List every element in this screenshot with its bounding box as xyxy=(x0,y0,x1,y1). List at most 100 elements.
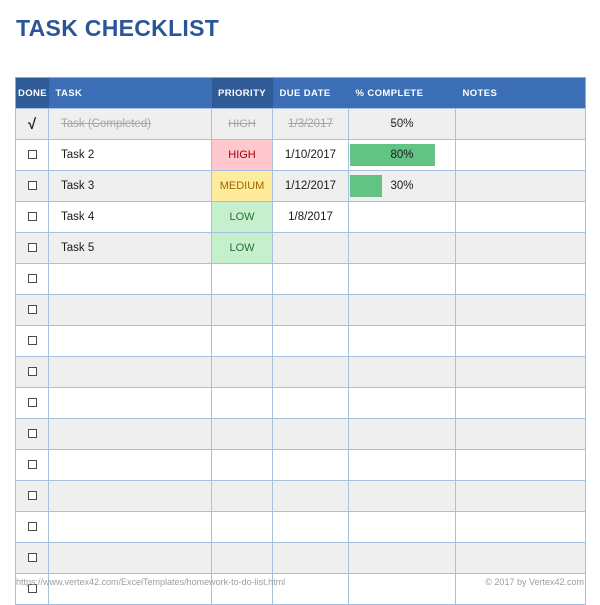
cell-priority[interactable] xyxy=(211,418,273,450)
checkbox-icon[interactable] xyxy=(27,212,37,222)
cell-due-date[interactable]: 1/10/2017 xyxy=(272,139,349,171)
cell-percent-complete[interactable] xyxy=(348,542,456,574)
cell-percent-complete[interactable] xyxy=(348,232,456,264)
cell-done-checkbox[interactable] xyxy=(15,480,49,512)
cell-notes[interactable] xyxy=(455,232,586,264)
cell-due-date[interactable]: 1/3/2017 xyxy=(272,108,349,140)
cell-done-checkbox[interactable] xyxy=(15,542,49,574)
cell-notes[interactable] xyxy=(455,201,586,233)
checkbox-icon[interactable] xyxy=(27,274,37,284)
checkbox-icon[interactable] xyxy=(27,460,37,470)
cell-priority[interactable] xyxy=(211,480,273,512)
cell-due-date[interactable] xyxy=(272,232,349,264)
checkbox-icon[interactable] xyxy=(27,398,37,408)
column-header-due-date[interactable]: DUE DATE xyxy=(272,77,349,109)
cell-done-checkbox[interactable] xyxy=(15,170,49,202)
cell-task[interactable]: Task 2 xyxy=(48,139,212,171)
cell-percent-complete[interactable] xyxy=(348,418,456,450)
cell-task[interactable] xyxy=(48,294,212,326)
cell-done-checkbox[interactable] xyxy=(15,325,49,357)
cell-task[interactable] xyxy=(48,356,212,388)
cell-percent-complete[interactable]: 80% xyxy=(348,139,456,171)
cell-done-checkbox[interactable]: √ xyxy=(15,108,49,140)
cell-notes[interactable] xyxy=(455,387,586,419)
checkbox-icon[interactable] xyxy=(27,336,37,346)
cell-priority[interactable]: LOW xyxy=(211,201,273,233)
cell-task[interactable] xyxy=(48,480,212,512)
cell-task[interactable] xyxy=(48,449,212,481)
cell-due-date[interactable]: 1/12/2017 xyxy=(272,170,349,202)
cell-task[interactable]: Task 4 xyxy=(48,201,212,233)
cell-due-date[interactable] xyxy=(272,418,349,450)
cell-task[interactable] xyxy=(48,387,212,419)
cell-due-date[interactable] xyxy=(272,480,349,512)
column-header-priority[interactable]: PRIORITY xyxy=(211,77,273,109)
cell-due-date[interactable] xyxy=(272,263,349,295)
cell-priority[interactable]: LOW xyxy=(211,232,273,264)
cell-notes[interactable] xyxy=(455,418,586,450)
cell-percent-complete[interactable] xyxy=(348,387,456,419)
checkbox-icon[interactable] xyxy=(27,305,37,315)
column-header-percent-complete[interactable]: % COMPLETE xyxy=(348,77,456,109)
cell-done-checkbox[interactable] xyxy=(15,201,49,233)
cell-task[interactable]: Task 5 xyxy=(48,232,212,264)
cell-percent-complete[interactable] xyxy=(348,201,456,233)
cell-due-date[interactable] xyxy=(272,449,349,481)
cell-task[interactable] xyxy=(48,325,212,357)
cell-task[interactable] xyxy=(48,511,212,543)
cell-percent-complete[interactable] xyxy=(348,511,456,543)
cell-done-checkbox[interactable] xyxy=(15,139,49,171)
cell-due-date[interactable] xyxy=(272,542,349,574)
cell-done-checkbox[interactable] xyxy=(15,294,49,326)
cell-priority[interactable] xyxy=(211,387,273,419)
cell-notes[interactable] xyxy=(455,108,586,140)
cell-done-checkbox[interactable] xyxy=(15,263,49,295)
cell-priority[interactable]: HIGH xyxy=(211,108,273,140)
cell-notes[interactable] xyxy=(455,511,586,543)
cell-percent-complete[interactable] xyxy=(348,356,456,388)
cell-percent-complete[interactable] xyxy=(348,263,456,295)
cell-notes[interactable] xyxy=(455,139,586,171)
checkbox-icon[interactable] xyxy=(27,553,37,563)
column-header-done[interactable]: DONE xyxy=(15,77,49,109)
cell-done-checkbox[interactable] xyxy=(15,232,49,264)
cell-priority[interactable] xyxy=(211,542,273,574)
cell-notes[interactable] xyxy=(455,480,586,512)
checkbox-icon[interactable] xyxy=(27,367,37,377)
cell-priority[interactable] xyxy=(211,511,273,543)
cell-task[interactable]: Task 3 xyxy=(48,170,212,202)
column-header-task[interactable]: TASK xyxy=(48,77,212,109)
cell-priority[interactable] xyxy=(211,263,273,295)
cell-notes[interactable] xyxy=(455,263,586,295)
cell-task[interactable] xyxy=(48,263,212,295)
cell-notes[interactable] xyxy=(455,449,586,481)
cell-priority[interactable] xyxy=(211,449,273,481)
checkbox-icon[interactable] xyxy=(27,491,37,501)
check-icon[interactable]: √ xyxy=(28,117,36,132)
cell-priority[interactable] xyxy=(211,356,273,388)
cell-notes[interactable] xyxy=(455,542,586,574)
cell-task[interactable] xyxy=(48,542,212,574)
cell-priority[interactable] xyxy=(211,325,273,357)
checkbox-icon[interactable] xyxy=(27,522,37,532)
cell-done-checkbox[interactable] xyxy=(15,418,49,450)
cell-notes[interactable] xyxy=(455,356,586,388)
cell-due-date[interactable] xyxy=(272,511,349,543)
checkbox-icon[interactable] xyxy=(27,243,37,253)
cell-due-date[interactable] xyxy=(272,356,349,388)
checkbox-icon[interactable] xyxy=(27,150,37,160)
cell-due-date[interactable] xyxy=(272,294,349,326)
footer-source-url[interactable]: https://www.vertex42.com/ExcelTemplates/… xyxy=(16,577,285,587)
cell-notes[interactable] xyxy=(455,294,586,326)
cell-due-date[interactable] xyxy=(272,325,349,357)
cell-percent-complete[interactable] xyxy=(348,449,456,481)
cell-done-checkbox[interactable] xyxy=(15,449,49,481)
cell-percent-complete[interactable] xyxy=(348,325,456,357)
cell-percent-complete[interactable]: 30% xyxy=(348,170,456,202)
cell-due-date[interactable] xyxy=(272,387,349,419)
cell-percent-complete[interactable]: 50% xyxy=(348,108,456,140)
checkbox-icon[interactable] xyxy=(27,429,37,439)
cell-priority[interactable]: HIGH xyxy=(211,139,273,171)
cell-percent-complete[interactable] xyxy=(348,294,456,326)
cell-percent-complete[interactable] xyxy=(348,480,456,512)
